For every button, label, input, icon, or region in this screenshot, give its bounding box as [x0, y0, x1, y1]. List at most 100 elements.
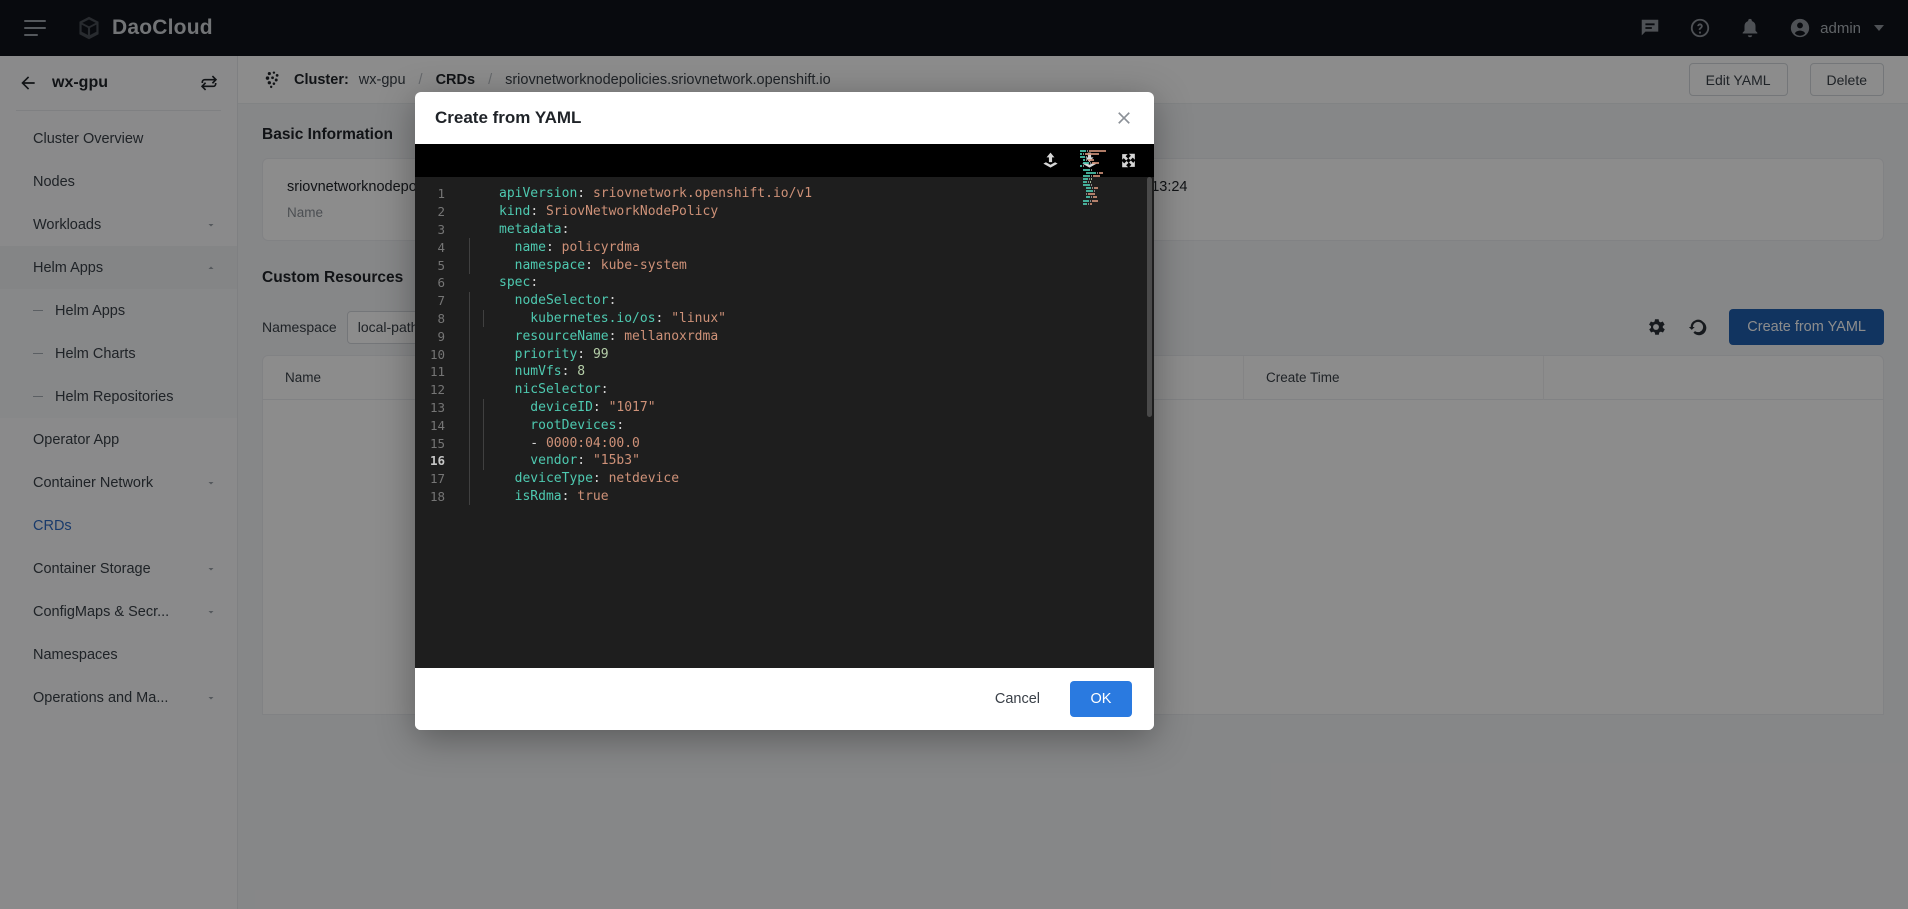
editor-scrollbar[interactable]: [1147, 177, 1152, 417]
indent-guides: [463, 470, 499, 488]
code-text: metadata:: [499, 222, 1154, 237]
indent-guides: [463, 310, 499, 328]
code-text: kubernetes.io/os: "linux": [499, 311, 1154, 326]
minimap-row: [1080, 184, 1138, 186]
indent-guides: [463, 185, 499, 203]
code-line: 5 namespace: kube-system: [415, 256, 1154, 274]
code-text: - 0000:04:00.0: [499, 436, 1154, 451]
line-number: 14: [415, 418, 463, 433]
minimap-row: [1080, 159, 1138, 161]
editor-toolbar: [415, 144, 1154, 177]
code-lines[interactable]: 1 apiVersion: sriovnetwork.openshift.io/v…: [415, 177, 1154, 668]
code-line: 16 vendor: "15b3": [415, 452, 1154, 470]
line-number: 1: [415, 186, 463, 201]
code-text: isRdma: true: [499, 489, 1154, 504]
minimap-row: [1080, 162, 1138, 164]
minimap-row: [1080, 193, 1138, 195]
line-number: 2: [415, 204, 463, 219]
minimap-row: [1080, 172, 1138, 174]
code-text: deviceType: netdevice: [499, 471, 1154, 486]
indent-guides: [463, 274, 499, 292]
indent-guides: [463, 327, 499, 345]
line-number: 15: [415, 436, 463, 451]
code-line: 18 isRdma: true: [415, 488, 1154, 506]
code-line: 12 nicSelector:: [415, 381, 1154, 399]
line-number: 13: [415, 400, 463, 415]
code-text: deviceID: "1017": [499, 400, 1154, 415]
code-line: 11 numVfs: 8: [415, 363, 1154, 381]
indent-guides: [463, 345, 499, 363]
line-number: 16: [415, 453, 463, 468]
ok-button[interactable]: OK: [1070, 681, 1132, 717]
line-number: 11: [415, 364, 463, 379]
code-text: priority: 99: [499, 347, 1154, 362]
minimap-row: [1080, 187, 1138, 189]
code-line: 1 apiVersion: sriovnetwork.openshift.io/v…: [415, 185, 1154, 203]
line-number: 4: [415, 240, 463, 255]
minimap-row: [1080, 190, 1138, 192]
code-line: 15 - 0000:04:00.0: [415, 434, 1154, 452]
minimap-row: [1080, 175, 1138, 177]
dialog-footer: Cancel OK: [415, 668, 1154, 730]
minimap-row: [1080, 153, 1138, 155]
code-minimap[interactable]: [1080, 150, 1138, 210]
indent-guides: [463, 452, 499, 470]
minimap-row: [1080, 181, 1138, 183]
cancel-button[interactable]: Cancel: [983, 683, 1052, 715]
line-number: 10: [415, 347, 463, 362]
line-number: 17: [415, 471, 463, 486]
indent-guides: [463, 221, 499, 239]
indent-guides: [463, 203, 499, 221]
minimap-row: [1080, 196, 1138, 198]
dialog-header: Create from YAML: [415, 92, 1154, 144]
code-line: 7 nodeSelector:: [415, 292, 1154, 310]
code-line: 4 name: policyrdma: [415, 238, 1154, 256]
code-text: nicSelector:: [499, 382, 1154, 397]
minimap-row: [1080, 156, 1138, 158]
line-number: 12: [415, 382, 463, 397]
minimap-row: [1080, 203, 1138, 205]
code-text: kind: SriovNetworkNodePolicy: [499, 204, 1154, 219]
code-line: 2 kind: SriovNetworkNodePolicy: [415, 203, 1154, 221]
minimap-row: [1080, 169, 1138, 171]
indent-guides: [463, 416, 499, 434]
code-text: resourceName: mellanoxrdma: [499, 329, 1154, 344]
indent-guides: [463, 238, 499, 256]
code-text: nodeSelector:: [499, 293, 1154, 308]
code-text: rootDevices:: [499, 418, 1154, 433]
indent-guides: [463, 292, 499, 310]
line-number: 6: [415, 275, 463, 290]
line-number: 7: [415, 293, 463, 308]
code-line: 8 kubernetes.io/os: "linux": [415, 310, 1154, 328]
code-line: 10 priority: 99: [415, 345, 1154, 363]
line-number: 9: [415, 329, 463, 344]
upload-icon[interactable]: [1041, 151, 1060, 170]
dialog-title: Create from YAML: [435, 108, 1114, 128]
indent-guides: [463, 399, 499, 417]
app-root: DaoCloud admin: [0, 0, 1908, 909]
code-line: 6 spec:: [415, 274, 1154, 292]
create-from-yaml-dialog: Create from YAML 1 apiVersion: sriovnetwo…: [415, 92, 1154, 730]
indent-guides: [463, 363, 499, 381]
code-text: vendor: "15b3": [499, 453, 1154, 468]
code-text: numVfs: 8: [499, 364, 1154, 379]
code-text: spec:: [499, 275, 1154, 290]
code-text: apiVersion: sriovnetwork.openshift.io/v1: [499, 186, 1154, 201]
minimap-row: [1080, 200, 1138, 202]
indent-guides: [463, 434, 499, 452]
indent-guides: [463, 488, 499, 506]
minimap-row: [1080, 178, 1138, 180]
code-line: 13 deviceID: "1017": [415, 399, 1154, 417]
indent-guides: [463, 381, 499, 399]
code-text: namespace: kube-system: [499, 258, 1154, 273]
close-icon[interactable]: [1114, 108, 1134, 128]
line-number: 3: [415, 222, 463, 237]
minimap-row: [1080, 165, 1138, 167]
minimap-row: [1080, 150, 1138, 152]
indent-guides: [463, 256, 499, 274]
code-text: name: policyrdma: [499, 240, 1154, 255]
line-number: 18: [415, 489, 463, 504]
code-line: 3 metadata:: [415, 221, 1154, 239]
line-number: 5: [415, 258, 463, 273]
yaml-editor[interactable]: 1 apiVersion: sriovnetwork.openshift.io/v…: [415, 144, 1154, 668]
